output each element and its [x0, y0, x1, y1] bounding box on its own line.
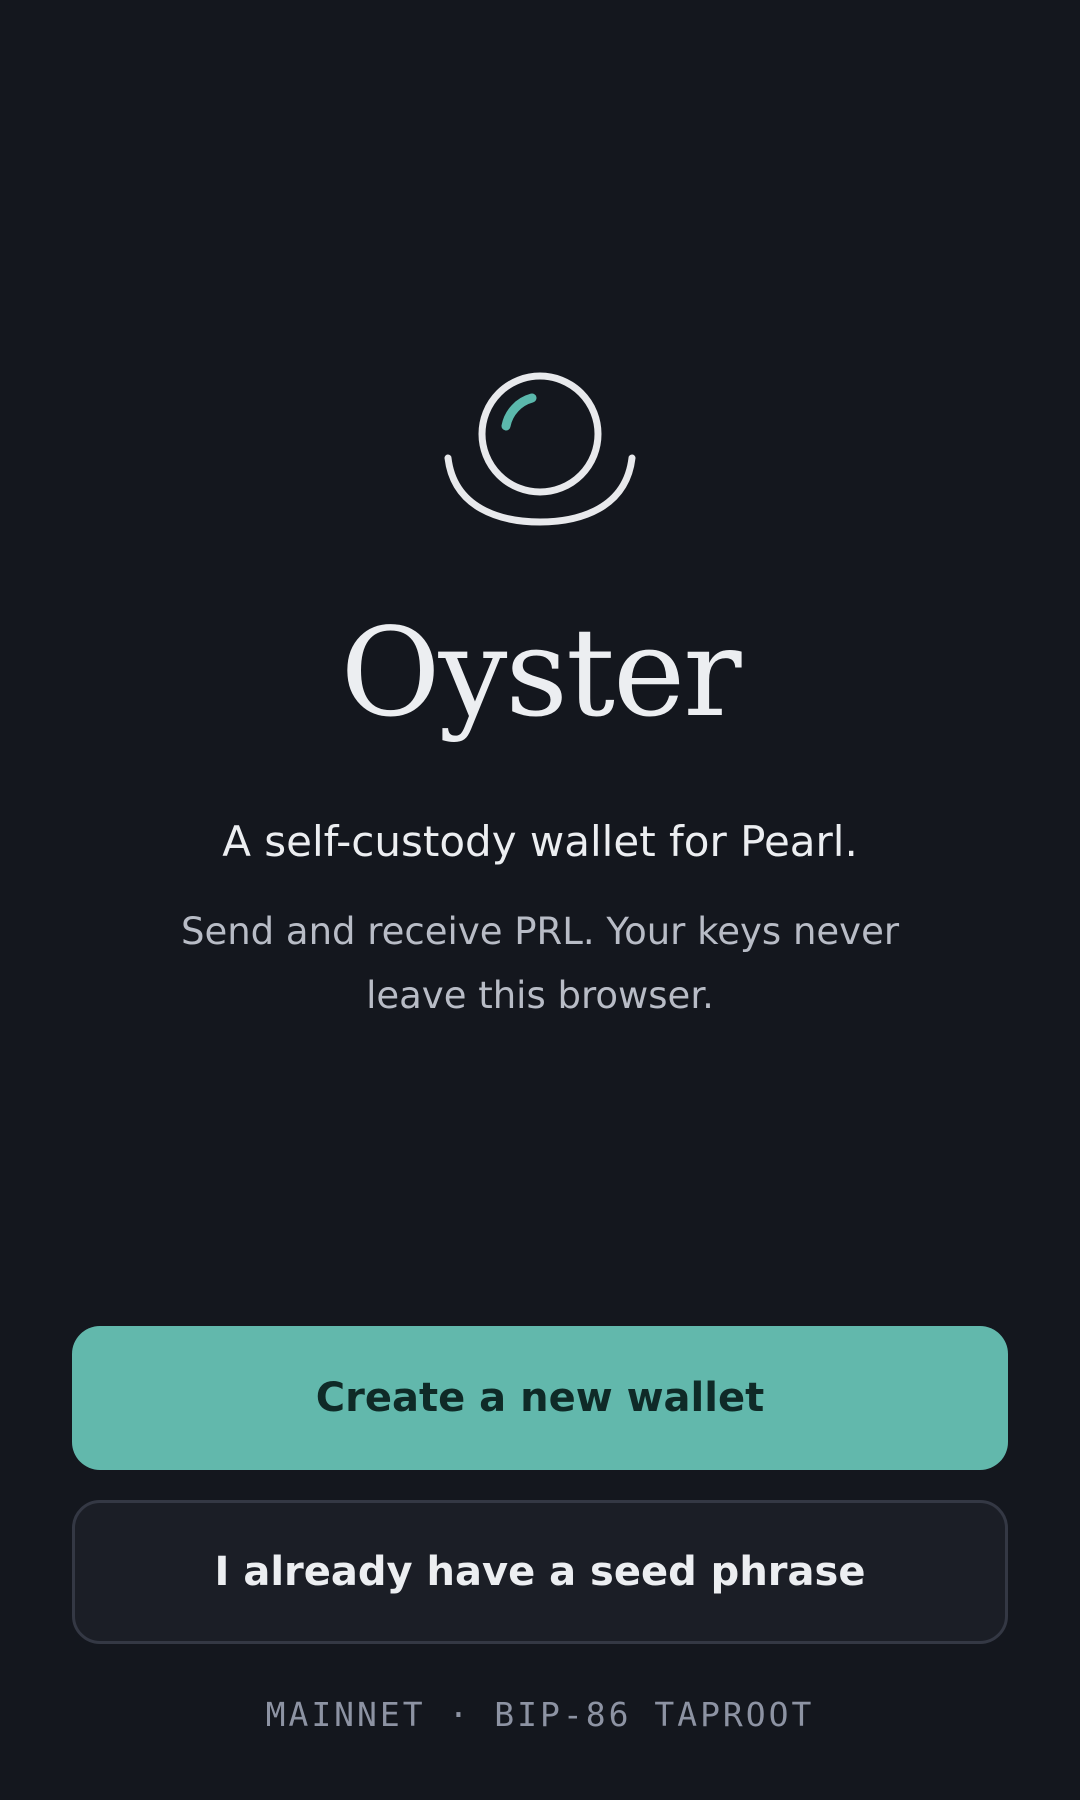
pearl-circle	[478, 372, 602, 496]
create-wallet-label: Create a new wallet	[315, 1375, 765, 1421]
pearl-highlight	[501, 393, 537, 431]
create-wallet-button[interactable]: Create a new wallet	[72, 1326, 1008, 1470]
oyster-pearl-icon	[440, 368, 640, 528]
restore-seed-phrase-label: I already have a seed phrase	[214, 1549, 866, 1595]
app-description: Send and receive PRL. Your keys never le…	[180, 910, 900, 1017]
restore-seed-phrase-button[interactable]: I already have a seed phrase	[72, 1500, 1008, 1644]
tagline: A self-custody wallet for Pearl.	[222, 817, 858, 866]
network-info: MAINNET · BIP-86 TAPROOT	[265, 1695, 815, 1734]
app-title: Oyster	[340, 602, 741, 744]
